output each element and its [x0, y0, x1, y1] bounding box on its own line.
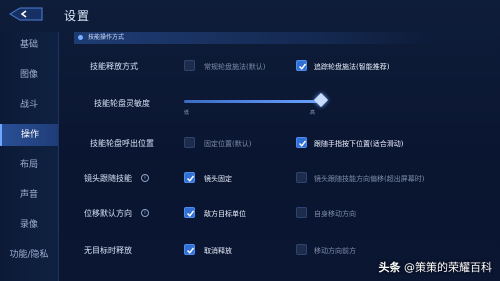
option-label-cast-normal: 常规轮盘施法(默认): [204, 63, 266, 71]
page-title: 设置: [64, 9, 91, 23]
watermark-prefix: 头条: [378, 261, 401, 274]
option-label-cast-tracking: 追踪轮盘施法(智能推荐): [314, 63, 390, 71]
sidebar-item-privacy[interactable]: 功能/隐私: [0, 244, 58, 266]
sidebar-item-controls[interactable]: 操作: [0, 124, 58, 146]
option-label-no-target-forward: 移动方向前方: [314, 247, 356, 255]
sidebar-item-sound[interactable]: 声音: [0, 184, 58, 206]
checkbox-position-fixed[interactable]: [184, 137, 195, 148]
section-bullet-icon: [78, 35, 83, 40]
row-label-cast-mode: 技能释放方式: [90, 62, 138, 71]
sensitivity-slider-handle[interactable]: [313, 92, 329, 108]
row-label-camera-follow: 镜头跟随技能: [84, 174, 132, 183]
sidebar-item-basic[interactable]: 基础: [0, 34, 58, 56]
row-label-no-target: 无目标时释放: [84, 246, 132, 255]
row-label-dash-direction: 位移默认方向: [84, 209, 132, 218]
section-header: 技能操作方式: [74, 32, 434, 44]
sidebar-item-replay[interactable]: 录像: [0, 214, 58, 236]
checkbox-position-follow[interactable]: [296, 137, 307, 148]
option-label-dash-enemy: 敌方目标单位: [204, 210, 246, 218]
checkbox-cast-normal[interactable]: [184, 60, 195, 71]
info-icon[interactable]: i: [141, 174, 149, 182]
option-label-dash-self: 自身移动方向: [314, 210, 356, 218]
checkbox-dash-enemy[interactable]: [184, 207, 195, 218]
option-label-position-follow: 跟随手指按下位置(适合滑动): [314, 140, 404, 148]
watermark: 头条 @策策的荣耀百科: [379, 259, 493, 275]
check-icon: [298, 63, 307, 70]
row-label-sensitivity: 技能轮盘灵敏度: [94, 99, 150, 108]
check-icon: [186, 210, 195, 217]
check-icon: [298, 140, 307, 147]
option-label-position-fixed: 固定位置(默认): [204, 140, 252, 148]
sidebar-item-graphics[interactable]: 图像: [0, 64, 58, 86]
checkbox-no-target-forward[interactable]: [296, 244, 307, 255]
slider-high-label: 高: [310, 110, 316, 116]
checkbox-no-target-cancel[interactable]: [184, 244, 195, 255]
settings-screen: 设置 基础 图像 战斗 操作 布局 声音 录像 功能/隐私 技能操作方式 技能释…: [0, 0, 500, 281]
checkbox-cast-tracking[interactable]: [296, 60, 307, 71]
sidebar: 基础 图像 战斗 操作 布局 声音 录像 功能/隐私: [0, 32, 59, 281]
check-icon: [186, 175, 195, 182]
back-icon[interactable]: [6, 6, 46, 22]
option-label-camera-offset: 镜头跟随技能方向偏移(超出屏幕时): [314, 175, 425, 183]
option-label-camera-fixed: 镜头固定: [204, 175, 232, 183]
sensitivity-slider-track[interactable]: [184, 100, 324, 103]
section-title: 技能操作方式: [88, 34, 125, 41]
watermark-text: @策策的荣耀百科: [404, 261, 492, 274]
info-icon[interactable]: i: [141, 209, 149, 217]
check-icon: [186, 247, 195, 254]
row-label-wheel-position: 技能轮盘呼出位置: [90, 139, 154, 148]
checkbox-camera-fixed[interactable]: [184, 172, 195, 183]
checkbox-camera-offset[interactable]: [296, 172, 307, 183]
settings-panel: 技能操作方式 技能释放方式 常规轮盘施法(默认) 追踪轮盘施法(智能推荐) 技能…: [60, 32, 496, 281]
sidebar-item-layout[interactable]: 布局: [0, 154, 58, 176]
option-label-no-target-cancel: 取消释放: [204, 247, 232, 255]
sidebar-item-combat[interactable]: 战斗: [0, 94, 58, 116]
checkbox-dash-self[interactable]: [296, 207, 307, 218]
slider-low-label: 低: [184, 110, 190, 116]
